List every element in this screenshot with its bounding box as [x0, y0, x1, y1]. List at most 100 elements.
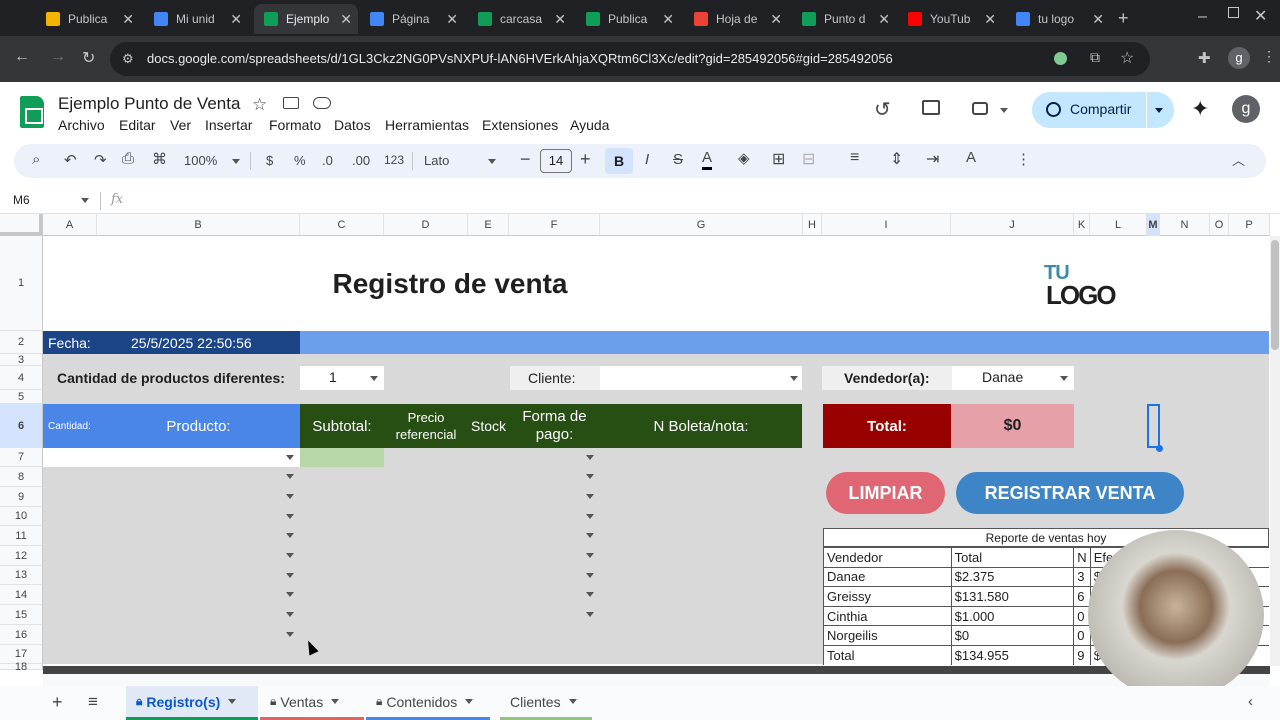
report-cell[interactable]: $134.955 — [950, 644, 1075, 665]
close-tab-icon[interactable]: ✕ — [446, 11, 458, 28]
move-folder-icon[interactable] — [283, 97, 299, 109]
product-dropdown-icon[interactable] — [286, 514, 294, 519]
product-dropdown-icon[interactable] — [286, 494, 294, 499]
name-box-dropdown-icon[interactable] — [81, 198, 89, 203]
profile-icon[interactable]: g — [1228, 47, 1250, 69]
close-tab-icon[interactable]: ✕ — [554, 11, 566, 28]
sheets-logo-icon[interactable] — [20, 96, 44, 128]
payment-dropdown-icon[interactable] — [586, 573, 594, 578]
italic-button[interactable]: I — [645, 151, 649, 168]
product-dropdown-icon[interactable] — [286, 474, 294, 479]
close-window-button[interactable]: ✕ — [1254, 6, 1267, 26]
subtotal-cell[interactable] — [300, 448, 384, 467]
column-header[interactable]: O — [1210, 214, 1229, 236]
browser-tab[interactable]: YouTub ✕ — [898, 4, 1002, 34]
payment-dropdown-icon[interactable] — [586, 612, 594, 617]
browser-tab[interactable]: tu logo ✕ — [1006, 4, 1110, 34]
add-sheet-icon[interactable]: + — [52, 692, 63, 713]
menu-item[interactable]: Archivo — [58, 117, 105, 133]
date-label[interactable]: Fecha: — [48, 331, 91, 354]
number-format-button[interactable]: 123 — [384, 153, 404, 167]
report-cell[interactable]: $131.580 — [950, 586, 1075, 607]
header-reference-price[interactable]: Precio referencial — [384, 404, 468, 448]
text-wrap-icon[interactable]: ⇥ — [926, 149, 939, 169]
header-payment-method[interactable]: Forma de pago: — [509, 404, 600, 448]
column-header[interactable]: K — [1074, 214, 1090, 236]
sheet-title[interactable]: Registro de venta — [300, 262, 600, 306]
sheet-tab-dropdown-icon[interactable] — [228, 699, 237, 704]
sheet-tab[interactable]: 🔒︎ Registro(s) — [126, 686, 258, 720]
row-header[interactable]: 2 — [0, 331, 43, 354]
payment-dropdown-icon[interactable] — [586, 455, 594, 460]
column-header[interactable]: P — [1229, 214, 1270, 236]
column-header[interactable]: E — [468, 214, 509, 236]
payment-dropdown-icon[interactable] — [586, 592, 594, 597]
reload-icon[interactable]: ↻ — [82, 48, 95, 68]
menu-item[interactable]: Insertar — [205, 117, 252, 133]
close-tab-icon[interactable]: ✕ — [878, 11, 890, 28]
scroll-tabs-left-icon[interactable]: ‹ — [1248, 693, 1253, 710]
horizontal-align-icon[interactable]: ≡ — [850, 149, 859, 167]
column-header[interactable]: F — [509, 214, 600, 236]
selected-cell-m6[interactable] — [1147, 404, 1160, 448]
paint-format-icon[interactable]: ⌘ — [152, 150, 167, 168]
column-header[interactable]: I — [822, 214, 951, 236]
seller-dropdown-icon[interactable] — [1060, 376, 1068, 381]
sheet-tab[interactable]: 🔒︎ Ventas — [260, 686, 364, 720]
row-header[interactable]: 15 — [0, 605, 43, 625]
sheet-tab[interactable]: Clientes — [500, 686, 592, 720]
menu-item[interactable]: Formato — [269, 117, 321, 133]
browser-tab[interactable]: Página ✕ — [360, 4, 464, 34]
row-header[interactable]: 5 — [0, 390, 43, 404]
fill-color-icon[interactable]: ◈ — [738, 149, 750, 167]
clear-button[interactable]: LIMPIAR — [826, 472, 945, 514]
collapse-toolbar-icon[interactable]: ︿ — [1232, 150, 1245, 169]
header-stock[interactable]: Stock — [468, 404, 509, 448]
register-sale-button[interactable]: REGISTRAR VENTA — [956, 472, 1184, 514]
fill-handle[interactable] — [1156, 445, 1163, 452]
column-header[interactable]: B — [97, 214, 300, 236]
report-cell[interactable]: Danae — [823, 566, 952, 588]
bookmark-star-icon[interactable]: ☆ — [1120, 48, 1134, 68]
strikethrough-button[interactable]: S — [673, 151, 683, 168]
column-header[interactable]: C — [300, 214, 384, 236]
header-subtotal[interactable]: Subtotal: — [300, 404, 384, 448]
gemini-icon[interactable]: ✦ — [1191, 96, 1209, 122]
payment-dropdown-icon[interactable] — [586, 474, 594, 479]
site-info-icon[interactable]: ⚙ — [122, 51, 134, 67]
browser-tab[interactable]: Hoja de ✕ — [684, 4, 788, 34]
row-header[interactable]: 12 — [0, 546, 43, 566]
product-dropdown-icon[interactable] — [286, 573, 294, 578]
report-cell[interactable]: 0 — [1073, 625, 1091, 646]
close-tab-icon[interactable]: ✕ — [122, 11, 134, 28]
horizontal-scrollbar[interactable] — [43, 666, 1270, 686]
row-header[interactable]: 18 — [0, 662, 43, 673]
sheet-tab-dropdown-icon[interactable] — [331, 699, 340, 704]
new-tab-button[interactable]: + — [1118, 8, 1129, 29]
row-header[interactable]: 11 — [0, 526, 43, 546]
report-cell[interactable]: Cinthia — [823, 605, 952, 627]
report-cell[interactable]: Greissy — [823, 586, 952, 607]
report-header-cell[interactable]: Vendedor — [823, 547, 952, 568]
menu-item[interactable]: Datos — [334, 117, 371, 133]
report-header-cell[interactable]: Total — [950, 547, 1075, 568]
product-dropdown-icon[interactable] — [286, 612, 294, 617]
close-tab-icon[interactable]: ✕ — [340, 11, 352, 28]
merge-cells-icon[interactable]: ⊟ — [802, 149, 815, 169]
row-header[interactable]: 16 — [0, 625, 43, 645]
seller-select[interactable]: Danae — [952, 366, 1074, 390]
meet-dropdown-icon[interactable] — [1000, 108, 1008, 113]
product-row-cell[interactable] — [43, 448, 300, 467]
report-cell[interactable]: $1.000 — [950, 605, 1075, 627]
text-color-button[interactable]: A — [702, 149, 713, 170]
extensions-puzzle-icon[interactable]: ✚ — [1198, 49, 1211, 67]
row-header[interactable]: 1 — [0, 236, 43, 331]
more-options-icon[interactable]: ⋮ — [1016, 150, 1031, 168]
close-tab-icon[interactable]: ✕ — [230, 11, 242, 28]
payment-dropdown-icon[interactable] — [586, 553, 594, 558]
sheet-tab[interactable]: 🔒︎ Contenidos — [366, 686, 490, 720]
url-field[interactable]: ⚙ docs.google.com/spreadsheets/d/1GL3Ckz… — [110, 42, 1150, 76]
browser-menu-icon[interactable]: ⋮ — [1262, 48, 1276, 65]
star-icon[interactable]: ☆ — [252, 95, 267, 115]
browser-tab[interactable]: Publica ✕ — [36, 4, 140, 34]
